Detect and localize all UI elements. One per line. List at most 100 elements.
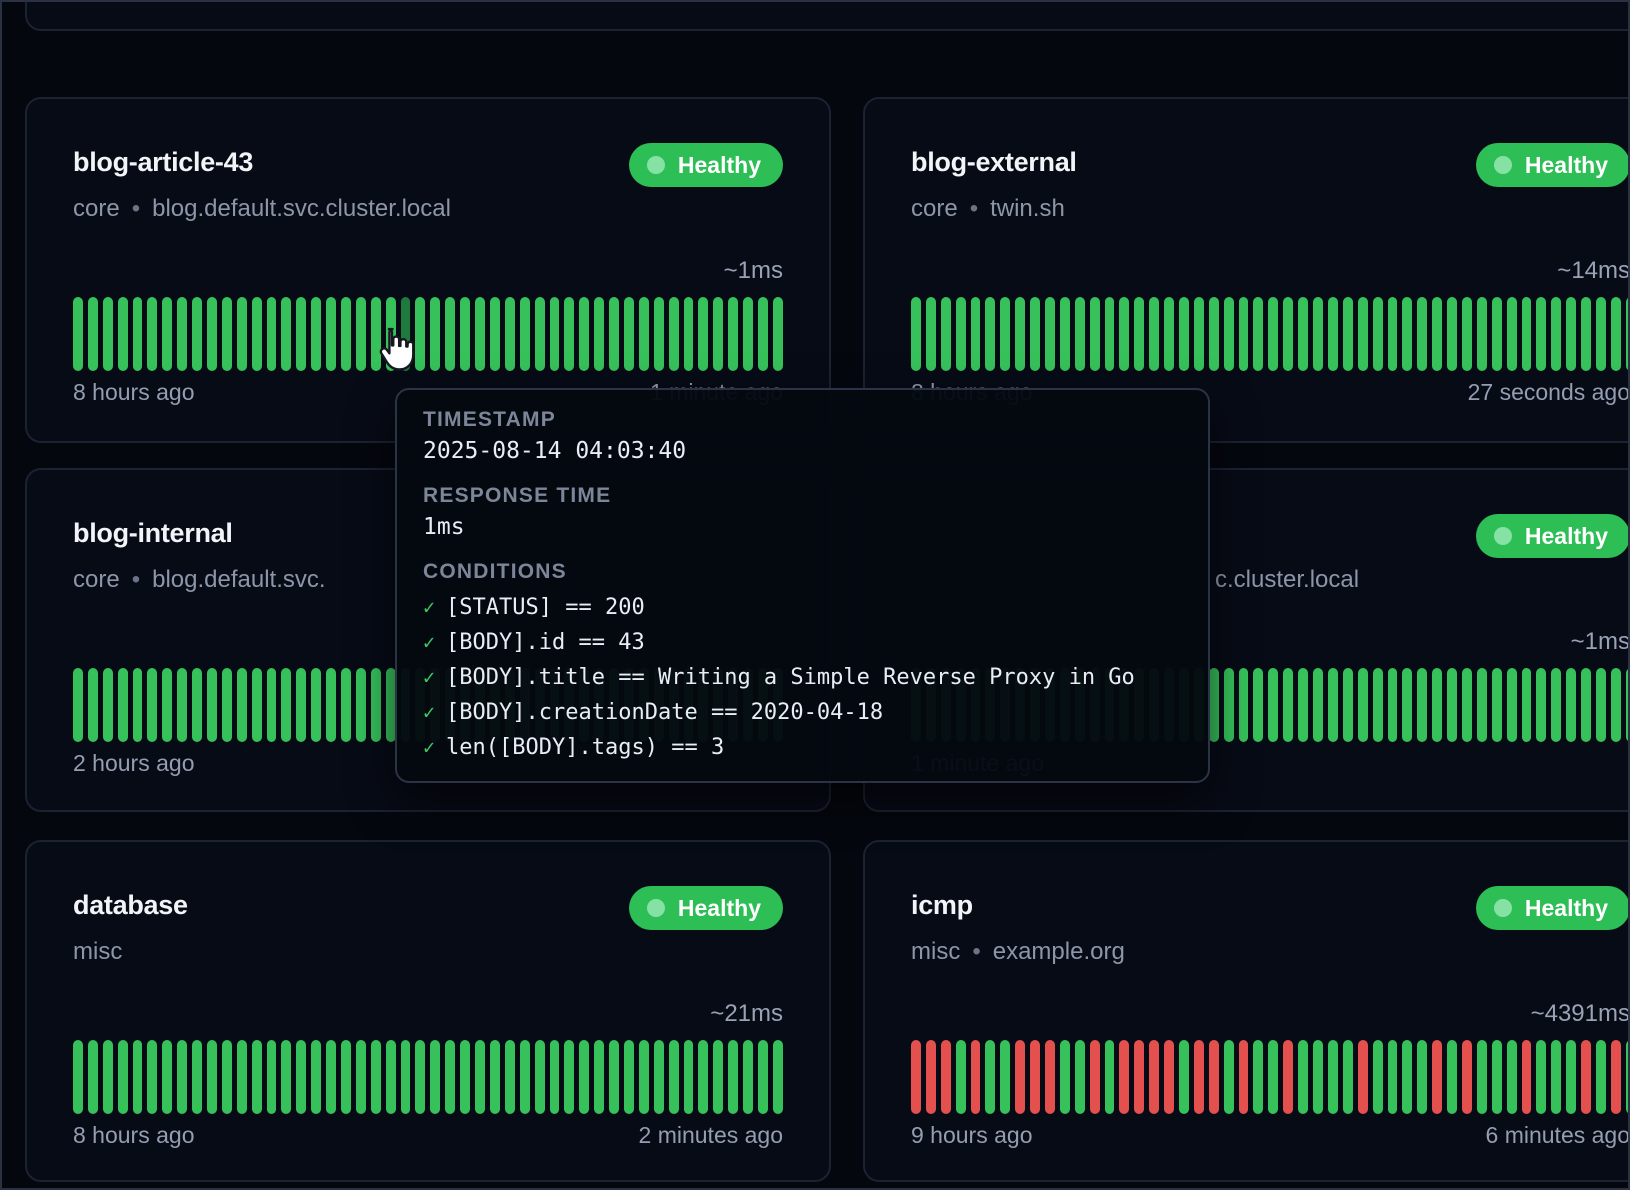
uptime-bar[interactable] [1075, 1040, 1085, 1114]
uptime-bar[interactable] [1417, 297, 1427, 371]
uptime-bar[interactable] [971, 297, 981, 371]
uptime-bar[interactable] [88, 668, 98, 742]
uptime-bar[interactable] [624, 297, 634, 371]
uptime-bar[interactable] [341, 1040, 351, 1114]
uptime-bar[interactable] [1209, 297, 1219, 371]
uptime-bar[interactable] [311, 668, 321, 742]
uptime-bar[interactable] [1164, 1040, 1174, 1114]
uptime-bar[interactable] [147, 668, 157, 742]
uptime-bar[interactable] [564, 1040, 574, 1114]
uptime-bar[interactable] [535, 297, 545, 371]
uptime-bar[interactable] [1432, 1040, 1442, 1114]
uptime-bar[interactable] [1432, 668, 1442, 742]
uptime-bar[interactable] [118, 668, 128, 742]
uptime-bar[interactable] [460, 297, 470, 371]
uptime-bar[interactable] [356, 668, 366, 742]
uptime-bar[interactable] [1283, 1040, 1293, 1114]
uptime-bar[interactable] [118, 1040, 128, 1114]
uptime-bar[interactable] [1119, 1040, 1129, 1114]
uptime-bar[interactable] [594, 297, 604, 371]
uptime-bar[interactable] [1283, 297, 1293, 371]
uptime-bar[interactable] [1090, 297, 1100, 371]
uptime-bar[interactable] [1611, 297, 1621, 371]
uptime-bar[interactable] [73, 297, 83, 371]
uptime-bar[interactable] [88, 1040, 98, 1114]
uptime-bar[interactable] [445, 297, 455, 371]
uptime-bar[interactable] [371, 668, 381, 742]
uptime-bar[interactable] [445, 1040, 455, 1114]
uptime-bar[interactable] [926, 297, 936, 371]
uptime-bar[interactable] [1298, 668, 1308, 742]
uptime-bar[interactable] [1477, 1040, 1487, 1114]
uptime-bar[interactable] [415, 1040, 425, 1114]
uptime-bar[interactable] [1388, 668, 1398, 742]
uptime-bar[interactable] [1179, 297, 1189, 371]
uptime-bar[interactable] [1581, 1040, 1591, 1114]
uptime-bar[interactable] [415, 297, 425, 371]
uptime-bar[interactable] [1298, 297, 1308, 371]
uptime-bar[interactable] [639, 297, 649, 371]
uptime-bar[interactable] [460, 1040, 470, 1114]
uptime-bar[interactable] [684, 297, 694, 371]
uptime-bar[interactable] [971, 1040, 981, 1114]
uptime-bar[interactable] [624, 1040, 634, 1114]
uptime-bar[interactable] [147, 1040, 157, 1114]
uptime-bar[interactable] [758, 297, 768, 371]
uptime-bar[interactable] [985, 1040, 995, 1114]
uptime-bar[interactable] [639, 1040, 649, 1114]
uptime-bar[interactable] [1134, 1040, 1144, 1114]
uptime-bar[interactable] [267, 297, 277, 371]
uptime-bar[interactable] [743, 297, 753, 371]
uptime-bar[interactable] [326, 668, 336, 742]
uptime-bar[interactable] [550, 1040, 560, 1114]
uptime-bar[interactable] [911, 297, 921, 371]
uptime-bar[interactable] [296, 297, 306, 371]
uptime-bar[interactable] [1090, 1040, 1100, 1114]
uptime-bar[interactable] [281, 668, 291, 742]
uptime-bar[interactable] [505, 297, 515, 371]
card-top-partial[interactable] [25, 0, 1630, 31]
uptime-bar[interactable] [162, 668, 172, 742]
uptime-bar[interactable] [1253, 297, 1263, 371]
uptime-bar[interactable] [222, 1040, 232, 1114]
uptime-bar[interactable] [1417, 668, 1427, 742]
uptime-bar[interactable] [103, 297, 113, 371]
uptime-bar[interactable] [1328, 1040, 1338, 1114]
uptime-bar[interactable] [684, 1040, 694, 1114]
uptime-bar[interactable] [356, 1040, 366, 1114]
uptime-bar[interactable] [73, 668, 83, 742]
uptime-bar[interactable] [1536, 1040, 1546, 1114]
uptime-bar[interactable] [550, 297, 560, 371]
uptime-bar[interactable] [1149, 1040, 1159, 1114]
uptime-bar[interactable] [1566, 1040, 1576, 1114]
uptime-bar[interactable] [1596, 668, 1606, 742]
uptime-bar[interactable] [1060, 297, 1070, 371]
uptime-bar[interactable] [326, 297, 336, 371]
uptime-bar[interactable] [430, 297, 440, 371]
uptime-bar[interactable] [1373, 668, 1383, 742]
uptime-bar[interactable] [654, 297, 664, 371]
uptime-bar[interactable] [728, 1040, 738, 1114]
uptime-bar[interactable] [1119, 297, 1129, 371]
uptime-bar[interactable] [1343, 297, 1353, 371]
uptime-bar[interactable] [133, 297, 143, 371]
uptime-bar[interactable] [698, 1040, 708, 1114]
uptime-bar[interactable] [1462, 1040, 1472, 1114]
uptime-bar[interactable] [1388, 1040, 1398, 1114]
uptime-bar[interactable] [1507, 1040, 1517, 1114]
uptime-bar[interactable] [430, 1040, 440, 1114]
uptime-bar[interactable] [192, 668, 202, 742]
uptime-bar[interactable] [1045, 297, 1055, 371]
uptime-bar[interactable] [1060, 1040, 1070, 1114]
uptime-bar[interactable] [1358, 1040, 1368, 1114]
uptime-bar[interactable] [743, 1040, 753, 1114]
uptime-bar[interactable] [267, 1040, 277, 1114]
uptime-bar[interactable] [1298, 1040, 1308, 1114]
uptime-bar[interactable] [118, 297, 128, 371]
uptime-bar[interactable] [609, 297, 619, 371]
uptime-bar[interactable] [88, 297, 98, 371]
uptime-bar[interactable] [1417, 1040, 1427, 1114]
uptime-bar[interactable] [133, 668, 143, 742]
uptime-bar[interactable] [1462, 297, 1472, 371]
uptime-bar[interactable] [103, 668, 113, 742]
